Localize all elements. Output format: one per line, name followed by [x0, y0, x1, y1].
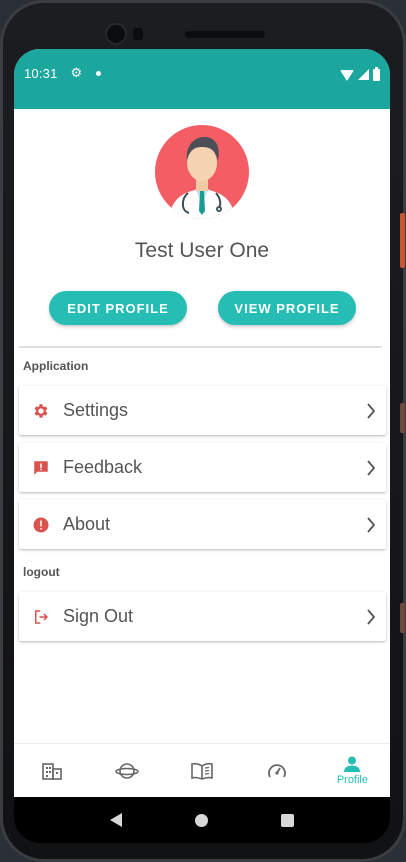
edit-profile-button[interactable]: EDIT PROFILE: [49, 291, 187, 325]
about-label: About: [63, 514, 111, 534]
status-icons: [340, 66, 380, 81]
divider: [19, 346, 382, 348]
nav-item-profile[interactable]: Profile: [315, 744, 390, 797]
settings-item[interactable]: Settings: [19, 386, 386, 435]
nav-item-explore[interactable]: [89, 744, 164, 797]
system-navigation-bar: [14, 797, 390, 843]
front-camera: [105, 23, 127, 45]
section-label-application: Application: [23, 359, 89, 373]
bottom-navigation: Profile: [14, 743, 390, 797]
nav-item-buildings[interactable]: [14, 744, 89, 797]
sign-out-item[interactable]: Sign Out: [19, 592, 386, 641]
planet-icon: [114, 762, 139, 779]
nav-item-library[interactable]: [164, 744, 239, 797]
doctor-avatar-icon: [169, 137, 235, 219]
battery-icon: [373, 66, 380, 81]
dashboard-icon: [268, 763, 287, 777]
book-icon: [191, 762, 213, 780]
nav-profile-label: Profile: [336, 773, 368, 786]
building-icon: [41, 762, 62, 780]
back-icon[interactable]: [110, 813, 123, 827]
view-profile-button[interactable]: VIEW PROFILE: [218, 291, 356, 325]
feedback-item[interactable]: Feedback: [19, 443, 386, 492]
sign-out-label: Sign Out: [63, 606, 134, 626]
chevron-right-icon: [356, 459, 386, 476]
section-label-logout: logout: [23, 565, 60, 579]
status-bar: 10:31 ⚙: [14, 49, 390, 109]
feedback-label: Feedback: [63, 457, 143, 477]
avatar: [155, 125, 249, 219]
about-item[interactable]: About: [19, 500, 386, 549]
wifi-icon: [340, 70, 354, 81]
feedback-icon: [19, 459, 63, 477]
sign-out-icon: [19, 608, 63, 626]
app-screen: 10:31 ⚙ Test User One EDIT PROFILE VIEW …: [14, 49, 390, 797]
settings-gear-icon: ⚙: [70, 65, 83, 80]
person-icon: [344, 756, 361, 772]
gear-icon: [19, 402, 63, 420]
recent-apps-icon[interactable]: [280, 813, 294, 827]
info-alert-icon: [19, 516, 63, 534]
notification-dot-icon: [96, 71, 102, 76]
signal-icon: [358, 69, 369, 80]
proximity-sensor: [133, 28, 143, 40]
settings-label: Settings: [63, 400, 129, 420]
earpiece-speaker: [185, 31, 265, 38]
nav-item-dashboard[interactable]: [240, 744, 315, 797]
user-name: Test User One: [134, 239, 270, 262]
volume-down-button: [400, 603, 405, 633]
status-time: 10:31: [24, 66, 58, 81]
volume-up-button: [400, 403, 405, 433]
chevron-right-icon: [356, 402, 386, 419]
chevron-right-icon: [356, 516, 386, 533]
chevron-right-icon: [356, 608, 386, 625]
power-button: [400, 213, 405, 268]
home-icon[interactable]: [194, 813, 208, 827]
